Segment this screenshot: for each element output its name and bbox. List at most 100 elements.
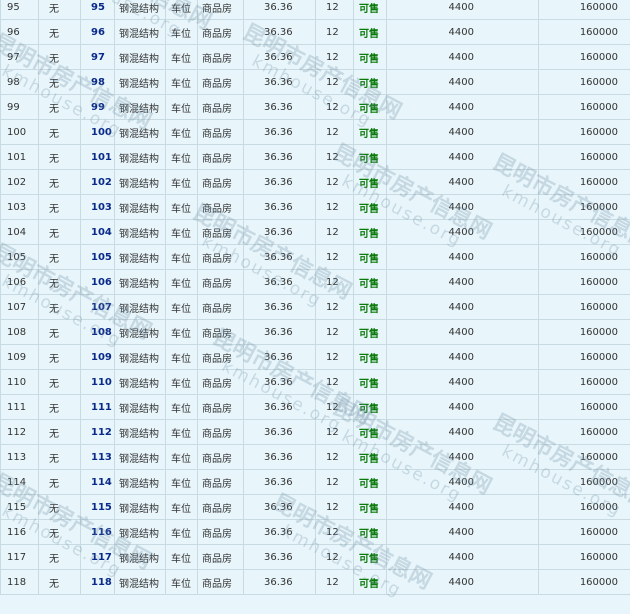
table-row: 100 无 100 钢混结构 车位 商品房 36.36 12 可售 4400 160000 — [0, 119, 630, 145]
table-row: 102 无 102 钢混结构 车位 商品房 36.36 12 可售 4400 160000 — [0, 169, 630, 195]
area-cell: 36.36 — [243, 119, 316, 145]
table-row: 96 无 96 钢混结构 车位 商品房 36.36 12 可售 4400 160000 — [0, 19, 630, 45]
property-cert-cell: 无 — [38, 69, 81, 95]
total-price-cell: 160000 — [538, 0, 630, 20]
unit-price-cell: 4400 — [386, 294, 539, 320]
total-price-cell: 160000 — [538, 569, 630, 595]
row-number: 115 — [0, 494, 39, 520]
usage-cell: 车位 — [165, 194, 198, 220]
floor-cell: 12 — [315, 44, 354, 70]
sale-status-cell: 可售 — [353, 369, 387, 395]
room-number-cell: 113 — [80, 444, 115, 470]
total-price-cell: 160000 — [538, 19, 630, 45]
row-number: 111 — [0, 394, 39, 420]
house-type-cell: 商品房 — [197, 294, 244, 320]
house-type-cell: 商品房 — [197, 0, 244, 20]
total-price-cell: 160000 — [538, 444, 630, 470]
total-price-cell: 160000 — [538, 419, 630, 445]
area-cell: 36.36 — [243, 494, 316, 520]
house-type-cell: 商品房 — [197, 269, 244, 295]
table-row: 99 无 99 钢混结构 车位 商品房 36.36 12 可售 4400 160000 — [0, 94, 630, 120]
sale-status-cell: 可售 — [353, 544, 387, 570]
property-cert-cell: 无 — [38, 369, 81, 395]
sale-status-cell: 可售 — [353, 294, 387, 320]
structure-cell: 钢混结构 — [114, 544, 166, 570]
unit-price-cell: 4400 — [386, 194, 539, 220]
usage-cell: 车位 — [165, 369, 198, 395]
structure-cell: 钢混结构 — [114, 244, 166, 270]
area-cell: 36.36 — [243, 319, 316, 345]
floor-cell: 12 — [315, 544, 354, 570]
table-row: 101 无 101 钢混结构 车位 商品房 36.36 12 可售 4400 160000 — [0, 144, 630, 170]
total-price-cell: 160000 — [538, 44, 630, 70]
room-number-cell: 110 — [80, 369, 115, 395]
sale-status-cell: 可售 — [353, 444, 387, 470]
floor-cell: 12 — [315, 344, 354, 370]
floor-cell: 12 — [315, 94, 354, 120]
unit-price-cell: 4400 — [386, 0, 539, 20]
property-cert-cell: 无 — [38, 219, 81, 245]
row-number: 106 — [0, 269, 39, 295]
floor-cell: 12 — [315, 244, 354, 270]
structure-cell: 钢混结构 — [114, 444, 166, 470]
structure-cell: 钢混结构 — [114, 19, 166, 45]
room-number-cell: 108 — [80, 319, 115, 345]
structure-cell: 钢混结构 — [114, 119, 166, 145]
structure-cell: 钢混结构 — [114, 519, 166, 545]
row-number: 101 — [0, 144, 39, 170]
room-number-cell: 107 — [80, 294, 115, 320]
usage-cell: 车位 — [165, 569, 198, 595]
property-cert-cell: 无 — [38, 419, 81, 445]
room-number-cell: 112 — [80, 419, 115, 445]
usage-cell: 车位 — [165, 144, 198, 170]
area-cell: 36.36 — [243, 419, 316, 445]
house-type-cell: 商品房 — [197, 119, 244, 145]
structure-cell: 钢混结构 — [114, 294, 166, 320]
unit-price-cell: 4400 — [386, 269, 539, 295]
area-cell: 36.36 — [243, 369, 316, 395]
total-price-cell: 160000 — [538, 169, 630, 195]
total-price-cell: 160000 — [538, 369, 630, 395]
total-price-cell: 160000 — [538, 344, 630, 370]
row-number: 117 — [0, 544, 39, 570]
room-number-cell: 101 — [80, 144, 115, 170]
house-type-cell: 商品房 — [197, 44, 244, 70]
usage-cell: 车位 — [165, 44, 198, 70]
property-cert-cell: 无 — [38, 444, 81, 470]
area-cell: 36.36 — [243, 94, 316, 120]
structure-cell: 钢混结构 — [114, 94, 166, 120]
total-price-cell: 160000 — [538, 119, 630, 145]
usage-cell: 车位 — [165, 219, 198, 245]
usage-cell: 车位 — [165, 344, 198, 370]
area-cell: 36.36 — [243, 394, 316, 420]
usage-cell: 车位 — [165, 419, 198, 445]
unit-listing-table: 95 无 95 钢混结构 车位 商品房 36.36 12 可售 4400 160000 96 无 96 钢混… — [0, 0, 630, 595]
row-number: 103 — [0, 194, 39, 220]
unit-price-cell: 4400 — [386, 469, 539, 495]
table-row: 108 无 108 钢混结构 车位 商品房 36.36 12 可售 4400 160000 — [0, 319, 630, 345]
floor-cell: 12 — [315, 519, 354, 545]
total-price-cell: 160000 — [538, 69, 630, 95]
table-row: 97 无 97 钢混结构 车位 商品房 36.36 12 可售 4400 160000 — [0, 44, 630, 70]
usage-cell: 车位 — [165, 244, 198, 270]
area-cell: 36.36 — [243, 19, 316, 45]
house-type-cell: 商品房 — [197, 144, 244, 170]
property-cert-cell: 无 — [38, 294, 81, 320]
house-type-cell: 商品房 — [197, 369, 244, 395]
sale-status-cell: 可售 — [353, 0, 387, 20]
house-type-cell: 商品房 — [197, 19, 244, 45]
property-cert-cell: 无 — [38, 544, 81, 570]
table-row: 117 无 117 钢混结构 车位 商品房 36.36 12 可售 4400 160000 — [0, 544, 630, 570]
row-number: 104 — [0, 219, 39, 245]
house-type-cell: 商品房 — [197, 519, 244, 545]
table-row: 103 无 103 钢混结构 车位 商品房 36.36 12 可售 4400 160000 — [0, 194, 630, 220]
sale-status-cell: 可售 — [353, 219, 387, 245]
unit-price-cell: 4400 — [386, 544, 539, 570]
unit-price-cell: 4400 — [386, 494, 539, 520]
area-cell: 36.36 — [243, 144, 316, 170]
table-row: 110 无 110 钢混结构 车位 商品房 36.36 12 可售 4400 160000 — [0, 369, 630, 395]
sale-status-cell: 可售 — [353, 119, 387, 145]
property-cert-cell: 无 — [38, 94, 81, 120]
unit-price-cell: 4400 — [386, 44, 539, 70]
sale-status-cell: 可售 — [353, 519, 387, 545]
